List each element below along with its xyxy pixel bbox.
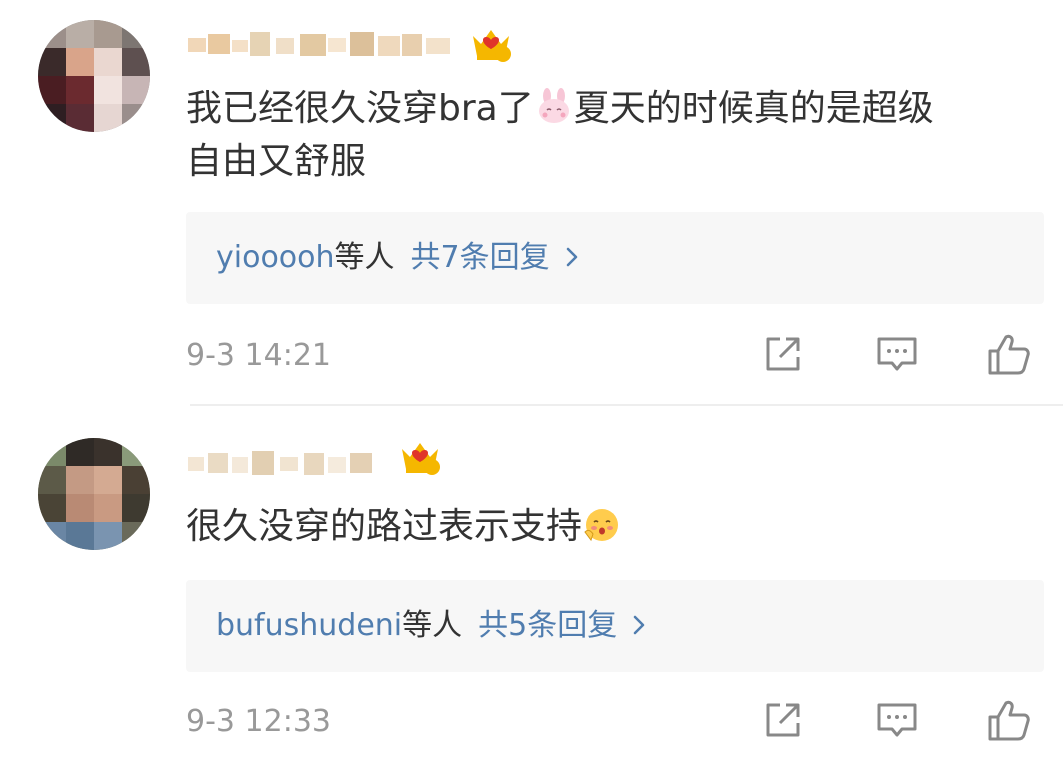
reply-summary[interactable]: yiooooh等人 共7条回复 <box>186 212 1044 304</box>
reply-button[interactable] <box>874 697 920 743</box>
comment-icon <box>877 337 917 371</box>
thumbs-up-icon <box>988 700 1030 741</box>
crown-level-badge-icon <box>469 22 513 66</box>
username-blurred[interactable] <box>188 449 388 479</box>
like-button[interactable] <box>986 697 1032 743</box>
reply-suffix: 等人 <box>334 240 395 275</box>
comment-text: 自由又舒服 <box>186 141 367 182</box>
forward-icon <box>766 337 800 371</box>
reply-count-link[interactable]: 共5条回复 <box>478 608 617 643</box>
comment-item: 很久没穿的路过表示支持 bufushudeni等人 共5条回复 9-3 12:33 <box>0 405 1063 762</box>
like-button[interactable] <box>986 331 1032 377</box>
comment-text-part: 我已经很久没穿bra了 <box>186 88 534 129</box>
comment-icon <box>877 703 917 737</box>
comment-text-part: 夏天的时候真的是超级 <box>573 88 934 129</box>
forward-icon <box>766 703 800 737</box>
thumbs-up-icon <box>988 334 1030 375</box>
avatar[interactable] <box>38 438 150 550</box>
crown-level-badge-icon <box>398 435 442 479</box>
avatar[interactable] <box>38 20 150 132</box>
reply-users[interactable]: yiooooh <box>216 240 335 275</box>
forward-button[interactable] <box>760 697 806 743</box>
reply-users[interactable]: bufushudeni <box>216 608 402 643</box>
chevron-right-icon <box>627 582 651 635</box>
chevron-right-icon <box>560 214 584 267</box>
comment-text: 很久没穿的路过表示支持 <box>186 498 622 556</box>
blushing-face-emoji-icon <box>583 504 621 542</box>
username-blurred[interactable] <box>188 30 458 60</box>
comment-item: 我已经很久没穿bra了 夏天的时候真的是超级 自由又舒服 yiooooh等人 共7条… <box>0 0 1063 406</box>
comment-timestamp: 9-3 12:33 <box>186 704 331 739</box>
reply-count-link[interactable]: 共7条回复 <box>411 240 550 275</box>
comment-text-part: 很久没穿的路过表示支持 <box>186 506 583 547</box>
forward-button[interactable] <box>760 331 806 377</box>
comment-text: 我已经很久没穿bra了 夏天的时候真的是超级 <box>186 80 934 138</box>
bunny-emoji-icon <box>535 86 573 124</box>
comment-timestamp: 9-3 14:21 <box>186 338 331 373</box>
reply-summary[interactable]: bufushudeni等人 共5条回复 <box>186 580 1044 672</box>
reply-suffix: 等人 <box>402 608 463 643</box>
reply-button[interactable] <box>874 331 920 377</box>
